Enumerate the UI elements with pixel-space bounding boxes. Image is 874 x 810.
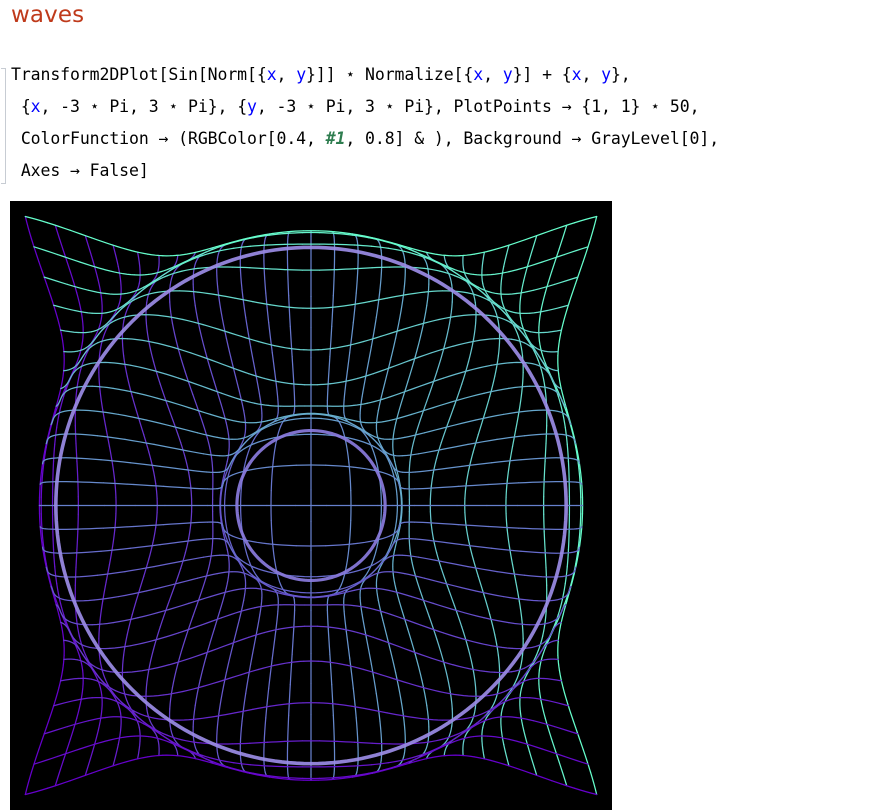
transform-2d-plot-output[interactable]	[10, 201, 612, 810]
code-symbol: x	[30, 97, 41, 116]
code-symbol: y	[296, 65, 307, 84]
code-line-2[interactable]: {x, -3 ⋆ Pi, 3 ⋆ Pi}, {y, -3 ⋆ Pi, 3 ⋆ P…	[11, 97, 700, 117]
code-line-4[interactable]: Axes → False]	[11, 161, 149, 181]
code-symbol: y	[502, 65, 513, 84]
plot-mesh-svg	[10, 201, 612, 810]
page-title: waves	[11, 2, 85, 28]
code-line-3[interactable]: ColorFunction → (RGBColor[0.4, #1, 0.8] …	[11, 129, 719, 149]
code-text: , -3 ⋆ Pi, 3 ⋆ Pi}, PlotPoints → {1, 1} …	[256, 97, 700, 116]
code-symbol: x	[473, 65, 484, 84]
code-line-1[interactable]: Transform2DPlot[Sin[Norm[{x, y}]] ⋆ Norm…	[11, 65, 631, 85]
code-text: Axes → False]	[11, 161, 149, 180]
code-symbol: y	[601, 65, 611, 84]
code-text: }] + {	[512, 65, 572, 84]
input-code-cell[interactable]: Transform2DPlot[Sin[Norm[{x, y}]] ⋆ Norm…	[0, 60, 874, 190]
code-text: , -3 ⋆ Pi, 3 ⋆ Pi}, {	[40, 97, 248, 116]
code-text: }]] ⋆ Normalize[{	[306, 65, 474, 84]
code-text: ,	[483, 65, 503, 84]
code-symbol: x	[571, 65, 582, 84]
code-text: ColorFunction → (RGBColor[0.4,	[11, 129, 326, 148]
cell-bracket[interactable]	[1, 68, 6, 184]
section-title-cell[interactable]: waves	[0, 0, 874, 46]
code-text: , 0.8] & ), Background → GrayLevel[0],	[345, 129, 720, 148]
code-slot: #1	[325, 129, 346, 148]
code-text: ,	[276, 65, 297, 84]
code-text: Transform2DPlot[Sin[Norm[{	[11, 65, 267, 84]
notebook-window: waves Transform2DPlot[Sin[Norm[{x, y}]] …	[0, 0, 874, 810]
code-symbol: y	[247, 97, 257, 116]
code-text: {	[11, 97, 31, 116]
code-text: ,	[581, 65, 602, 84]
code-symbol: x	[266, 65, 277, 84]
code-text: },	[610, 65, 631, 84]
